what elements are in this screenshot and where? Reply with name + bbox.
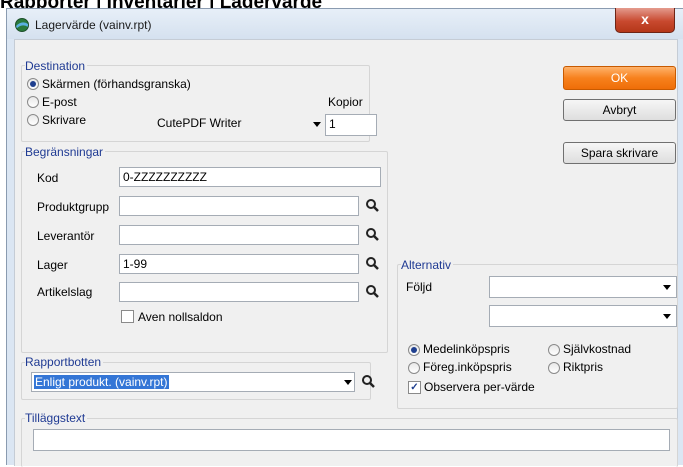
radio-cost-price-label[interactable]: Självkostnad <box>563 342 631 356</box>
radio-average-purchase-price-label[interactable]: Medelinköpspris <box>423 342 510 356</box>
window-title: Lagervärde (vainv.rpt) <box>35 18 152 32</box>
radio-average-purchase-price[interactable] <box>408 344 420 356</box>
search-icon[interactable] <box>365 198 381 214</box>
order-label: Följd <box>406 280 433 294</box>
radio-previous-purchase-price-label[interactable]: Föreg.inköpspris <box>423 360 512 374</box>
radio-cost-price[interactable] <box>548 344 560 356</box>
field-label-lager: Lager <box>37 258 68 272</box>
copies-label: Kopior <box>328 95 363 109</box>
printer-select-value: CutePDF Writer <box>157 116 242 130</box>
zero-balance-label[interactable]: Aven nollsaldon <box>138 310 223 324</box>
order-select[interactable] <box>489 276 677 298</box>
artikelslag-input[interactable] <box>119 282 359 302</box>
app-icon <box>15 18 29 32</box>
chevron-down-icon[interactable] <box>313 122 321 127</box>
save-printer-button[interactable]: Spara skrivare <box>563 142 676 164</box>
search-icon[interactable] <box>365 284 381 300</box>
cancel-button[interactable]: Avbryt <box>563 99 676 121</box>
close-button[interactable]: x <box>615 8 675 33</box>
radio-email[interactable] <box>27 96 39 108</box>
title-bar[interactable]: Lagervärde (vainv.rpt) x <box>7 8 683 39</box>
printer-select[interactable]: CutePDF Writer <box>153 114 321 132</box>
radio-printer[interactable] <box>27 114 39 126</box>
radio-screen-preview[interactable] <box>27 78 39 90</box>
order-select-2[interactable] <box>489 305 677 327</box>
radio-printer-label[interactable]: Skrivare <box>42 113 86 127</box>
alternatives-legend: Alternativ <box>401 258 454 272</box>
radio-email-label[interactable]: E-post <box>42 95 77 109</box>
leverantor-input[interactable] <box>119 225 359 245</box>
report-footer-select[interactable]: Enligt produkt. (vainv.rpt) <box>31 372 355 392</box>
ok-button[interactable]: OK <box>563 66 676 90</box>
extra-text-input[interactable] <box>33 429 670 451</box>
dialog-client-area: Destination Skärmen (förhandsgranska) E-… <box>14 39 678 467</box>
extra-text-legend: Tilläggstext <box>25 411 88 425</box>
dialog-window: Lagervärde (vainv.rpt) x Destination Skä… <box>6 8 683 467</box>
observe-per-value-label[interactable]: Observera per-värde <box>424 380 535 394</box>
search-icon[interactable] <box>365 227 381 243</box>
radio-guide-price-label[interactable]: Riktpris <box>563 360 603 374</box>
report-footer-legend: Rapportbotten <box>25 355 104 369</box>
search-icon[interactable] <box>365 256 381 272</box>
radio-screen-preview-label[interactable]: Skärmen (förhandsgranska) <box>42 77 191 91</box>
lager-input[interactable]: 1-99 <box>119 254 359 274</box>
field-label-artikelslag: Artikelslag <box>37 285 93 299</box>
field-label-kod: Kod <box>37 171 59 185</box>
destination-legend: Destination <box>25 59 88 73</box>
limits-legend: Begränsningar <box>25 145 106 159</box>
kod-input[interactable]: 0-ZZZZZZZZZZ <box>119 167 381 187</box>
zero-balance-checkbox[interactable] <box>121 310 134 323</box>
observe-per-value-checkbox[interactable]: ✓ <box>408 381 421 394</box>
radio-guide-price[interactable] <box>548 362 560 374</box>
radio-previous-purchase-price[interactable] <box>408 362 420 374</box>
chevron-down-icon[interactable] <box>663 314 671 319</box>
report-footer-value: Enligt produkt. (vainv.rpt) <box>34 375 169 389</box>
search-icon[interactable] <box>361 374 377 390</box>
chevron-down-icon[interactable] <box>344 380 352 385</box>
chevron-down-icon[interactable] <box>663 285 671 290</box>
produktgrupp-input[interactable] <box>119 196 359 216</box>
copies-input[interactable]: 1 <box>325 114 377 136</box>
field-label-leverantor: Leverantör <box>37 229 95 243</box>
field-label-produktgrupp: Produktgrupp <box>37 200 110 214</box>
